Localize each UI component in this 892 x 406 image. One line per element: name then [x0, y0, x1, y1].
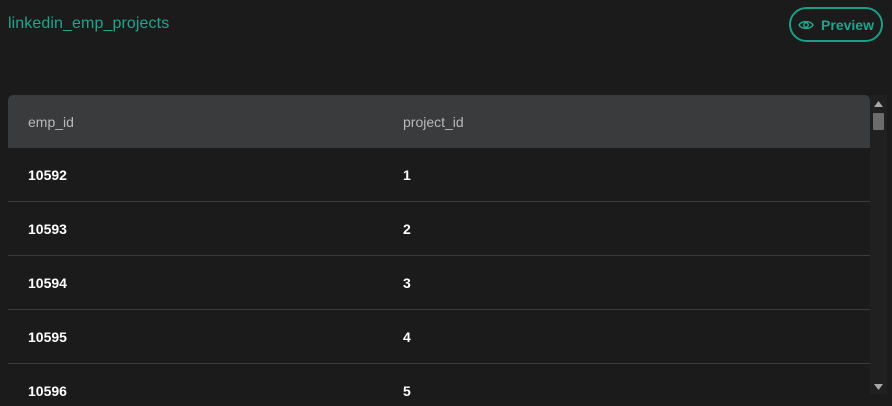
table-row[interactable]: 10594 3 [8, 256, 870, 310]
scroll-up-arrow-icon[interactable] [870, 97, 887, 111]
cell-project-id: 4 [403, 328, 411, 345]
column-header-emp-id[interactable]: emp_id [8, 114, 403, 130]
cell-project-id: 3 [403, 274, 411, 291]
table-row[interactable]: 10595 4 [8, 310, 870, 364]
column-header-project-id[interactable]: project_id [403, 114, 870, 130]
cell-emp-id: 10594 [28, 274, 67, 291]
table-name: linkedin_emp_projects [8, 15, 170, 32]
table-row[interactable]: 10592 1 [8, 148, 870, 202]
vertical-scrollbar[interactable] [870, 95, 887, 394]
cell-emp-id: 10592 [28, 166, 67, 183]
cell-emp-id: 10595 [28, 328, 67, 345]
cell-project-id: 5 [403, 382, 411, 399]
data-grid: emp_id project_id 10592 1 10593 2 10594 … [8, 95, 870, 406]
scroll-down-arrow-icon[interactable] [870, 380, 887, 394]
eye-icon [798, 19, 814, 31]
cell-project-id: 2 [403, 220, 411, 237]
cell-project-id: 1 [403, 166, 411, 183]
grid-header: emp_id project_id [8, 95, 870, 148]
preview-button[interactable]: Preview [789, 7, 883, 42]
cell-emp-id: 10593 [28, 220, 67, 237]
table-row[interactable]: 10596 5 [8, 364, 870, 406]
scrollbar-thumb[interactable] [873, 113, 884, 130]
table-row[interactable]: 10593 2 [8, 202, 870, 256]
cell-emp-id: 10596 [28, 382, 67, 399]
table-preview-panel: linkedin_emp_projects Preview emp_id pro… [0, 0, 892, 406]
preview-button-label: Preview [821, 16, 874, 33]
